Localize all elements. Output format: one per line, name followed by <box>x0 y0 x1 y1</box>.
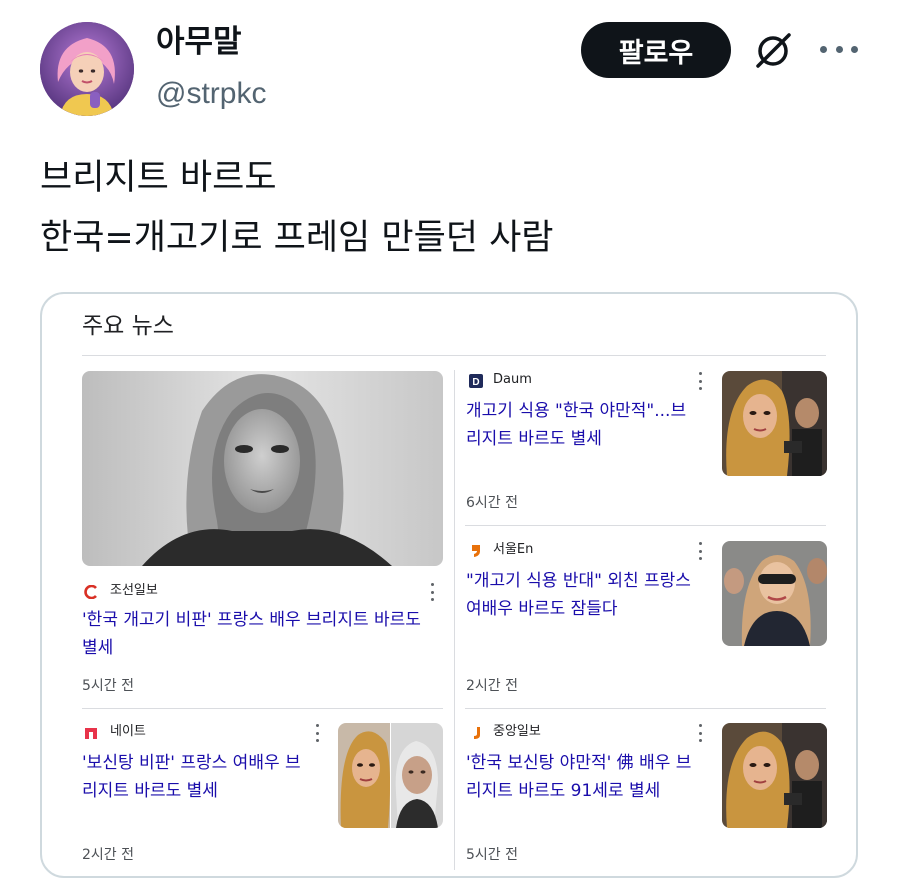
grok-icon[interactable] <box>752 30 794 72</box>
news-time: 5시간 전 <box>466 847 518 863</box>
display-name[interactable]: 아무말 <box>156 22 242 62</box>
headline-line: 리지트 바르도 별세 <box>82 781 218 801</box>
headline-line: 여배우 바르도 잠들다 <box>466 599 618 619</box>
news-thumbnail[interactable] <box>722 723 827 828</box>
headline-line: 개고기 식용 "한국 야만적"...브 <box>466 401 687 421</box>
chosun-logo-icon <box>84 584 98 600</box>
svg-text:D: D <box>472 377 479 388</box>
news-menu-icon[interactable] <box>312 724 322 742</box>
headline-line: '한국 개고기 비판' 프랑스 배우 브리지트 바르도 <box>82 610 421 630</box>
news-time: 5시간 전 <box>82 678 134 694</box>
news-headline[interactable]: '한국 개고기 비판' 프랑스 배우 브리지트 바르도 별세 <box>82 606 447 662</box>
news-source[interactable]: 조선일보 <box>110 582 158 600</box>
news-source[interactable]: 중앙일보 <box>493 723 541 741</box>
news-menu-icon[interactable] <box>427 583 437 601</box>
featured-news-image[interactable] <box>82 371 443 566</box>
news-thumbnail[interactable] <box>722 371 827 476</box>
headline-line: '한국 보신탕 야만적' 佛 배우 브 <box>466 753 692 773</box>
news-headline[interactable]: '보신탕 비판' 프랑스 여배우 브 리지트 바르도 별세 <box>82 749 332 805</box>
follow-button[interactable]: 팔로우 <box>581 22 731 78</box>
news-headline[interactable]: "개고기 식용 반대" 외친 프랑스 여배우 바르도 잠들다 <box>466 567 716 623</box>
news-time: 6시간 전 <box>466 495 518 511</box>
tweet-text-line-1: 브리지트 바르도 <box>40 158 277 198</box>
joongang-logo-icon <box>469 725 483 739</box>
divider <box>82 708 443 709</box>
news-source[interactable]: Daum <box>493 371 532 389</box>
divider <box>82 355 826 356</box>
nate-logo-icon <box>84 725 98 739</box>
news-source[interactable]: 네이트 <box>110 723 146 741</box>
news-menu-icon[interactable] <box>695 542 705 560</box>
more-options-icon[interactable] <box>820 32 858 66</box>
avatar[interactable] <box>40 22 134 116</box>
headline-line: 리지트 바르도 91세로 별세 <box>466 781 661 801</box>
news-menu-icon[interactable] <box>695 372 705 390</box>
news-card-title: 주요 뉴스 <box>82 313 174 339</box>
seoulen-logo-icon <box>469 543 483 557</box>
user-handle[interactable]: @strpkc <box>156 74 266 114</box>
news-time: 2시간 전 <box>82 847 134 863</box>
news-menu-icon[interactable] <box>695 724 705 742</box>
divider <box>454 370 455 870</box>
news-time: 2시간 전 <box>466 678 518 694</box>
tweet-text-line-2: 한국=개고기로 프레임 만들던 사람 <box>40 218 554 258</box>
headline-line: 별세 <box>82 638 114 658</box>
news-thumbnail[interactable] <box>722 541 827 646</box>
news-headline[interactable]: '한국 보신탕 야만적' 佛 배우 브 리지트 바르도 91세로 별세 <box>466 749 716 805</box>
news-headline[interactable]: 개고기 식용 "한국 야만적"...브 리지트 바르도 별세 <box>466 397 716 453</box>
divider <box>465 525 826 526</box>
divider <box>465 708 826 709</box>
daum-logo-icon: D <box>469 373 483 388</box>
news-thumbnail[interactable] <box>338 723 443 828</box>
headline-line: "개고기 식용 반대" 외친 프랑스 <box>466 571 691 591</box>
headline-line: 리지트 바르도 별세 <box>466 429 602 449</box>
headline-line: '보신탕 비판' 프랑스 여배우 브 <box>82 753 301 773</box>
news-source[interactable]: 서울En <box>493 541 533 559</box>
